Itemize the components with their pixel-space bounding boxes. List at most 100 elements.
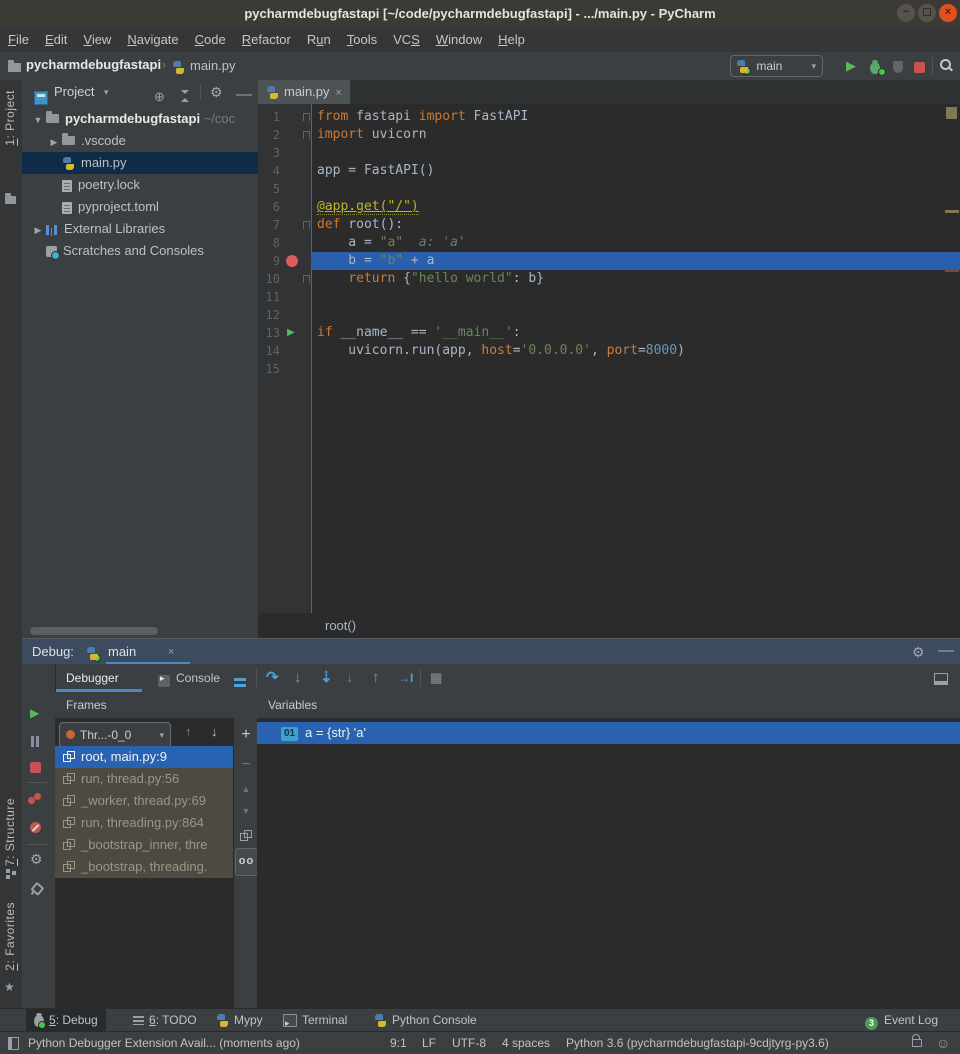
hide-panel-icon[interactable]: — [938, 642, 954, 660]
gear-icon[interactable]: ⚙ [912, 645, 925, 659]
toggle-tool-windows-icon[interactable] [8, 1037, 19, 1053]
menu-run[interactable]: Run [299, 27, 339, 52]
run-arrow-icon[interactable]: ▶ [287, 324, 295, 342]
view-breakpoints-icon[interactable] [28, 792, 42, 810]
caret-position[interactable]: 9:1 [390, 1032, 407, 1054]
inspection-indicator[interactable] [946, 107, 957, 119]
menu-view[interactable]: View [75, 27, 119, 52]
tree-item-pyproject-toml[interactable]: pyproject.toml [22, 196, 258, 218]
code-line-1[interactable]: 1from fastapi import FastAPI [258, 108, 960, 126]
python-interpreter[interactable]: Python 3.6 (pycharmdebugfastapi-9cdjtyrg… [566, 1032, 829, 1054]
horizontal-scrollbar[interactable] [30, 627, 158, 635]
coverage-button[interactable] [893, 60, 903, 78]
breadcrumb-root[interactable]: root() [325, 618, 356, 633]
project-view-select[interactable]: Project [54, 80, 94, 104]
breadcrumb-project[interactable]: pycharmdebugfastapi [26, 57, 161, 72]
debug-settings-gear-icon[interactable]: ⚙ [30, 852, 43, 866]
move-down-icon[interactable]: ▼ [234, 806, 258, 816]
stop-icon[interactable] [30, 760, 41, 778]
stop-button[interactable] [914, 60, 925, 78]
next-frame-icon[interactable]: ↓ [211, 724, 218, 739]
tree-expand-arrow[interactable]: ▶ [30, 219, 46, 240]
run-configuration-select[interactable]: main ▾ [730, 55, 823, 77]
frame-row[interactable]: run, thread.py:56 [55, 768, 233, 790]
toolwindow-tab-5-debug[interactable]: 5: Debug [26, 1009, 106, 1032]
warning-stripe-mark[interactable] [945, 210, 959, 213]
code-line-3[interactable]: 3 [258, 144, 960, 162]
code-area[interactable]: 1from fastapi import FastAPI2import uvic… [258, 104, 960, 614]
tab-main-py[interactable]: main.py× [258, 80, 350, 104]
minimize-window-icon[interactable]: − [897, 4, 915, 22]
toolwindow-tab-6-todo[interactable]: 6: TODO [125, 1009, 205, 1032]
code-line-8[interactable]: 8 a = "a" a: 'a' [258, 234, 960, 252]
remove-watch-icon[interactable]: − [234, 756, 258, 774]
code-line-4[interactable]: 4app = FastAPI() [258, 162, 960, 180]
frame-row[interactable]: _bootstrap, threading. [55, 856, 233, 878]
fold-marker-icon[interactable] [303, 131, 310, 139]
show-watches-button[interactable]: oo [235, 848, 258, 876]
resume-icon[interactable]: ▶ [30, 706, 39, 720]
toolwindow-tab-mypy[interactable]: Mypy [208, 1009, 271, 1032]
pin-icon[interactable] [30, 882, 42, 900]
step-over-icon[interactable]: ↷ [266, 668, 279, 688]
run-button[interactable]: ▶ [846, 58, 856, 74]
add-watch-icon[interactable]: + [234, 726, 258, 744]
code-line-7[interactable]: 7def root(): [258, 216, 960, 234]
tree-item-scratches-and-consoles[interactable]: Scratches and Consoles [22, 240, 258, 262]
fold-marker-icon[interactable] [303, 275, 310, 283]
code-line-14[interactable]: 14 uvicorn.run(app, host='0.0.0.0', port… [258, 342, 960, 360]
code-line-6[interactable]: 6@app.get("/") [258, 198, 960, 216]
layout-settings-icon[interactable] [934, 672, 948, 690]
step-out-icon[interactable]: ↑ [372, 668, 380, 688]
close-window-icon[interactable]: × [939, 4, 957, 22]
toolwindow-tab-terminal[interactable]: Terminal [275, 1009, 355, 1032]
breakpoint-stripe-mark[interactable] [945, 269, 959, 272]
toolwindow-tab-python-console[interactable]: Python Console [366, 1009, 485, 1032]
menu-window[interactable]: Window [428, 27, 490, 52]
menu-vcs[interactable]: VCS [385, 27, 428, 52]
menu-edit[interactable]: Edit [37, 27, 75, 52]
search-everywhere-button[interactable] [940, 59, 953, 77]
previous-frame-icon[interactable]: ↑ [185, 724, 192, 739]
menu-file[interactable]: File [0, 27, 37, 52]
lock-icon[interactable] [912, 1032, 922, 1054]
menu-refactor[interactable]: Refactor [234, 27, 299, 52]
menu-code[interactable]: Code [187, 27, 234, 52]
frame-row[interactable]: _worker, thread.py:69 [55, 790, 233, 812]
highlighting-level-icon[interactable]: ☺ [936, 1032, 950, 1054]
code-line-12[interactable]: 12 [258, 306, 960, 324]
run-to-cursor-icon[interactable]: →I [398, 668, 413, 688]
file-encoding[interactable]: UTF-8 [452, 1032, 486, 1054]
tab-console[interactable]: Console [176, 664, 220, 692]
thread-select[interactable]: Thr...-0_0 ▾ [59, 722, 171, 748]
menu-help[interactable]: Help [490, 27, 533, 52]
close-tab-icon[interactable]: × [336, 87, 342, 99]
frame-row[interactable]: root, main.py:9 [55, 746, 233, 768]
stripe-project-button[interactable]: 1: Project [3, 90, 17, 146]
locate-file-icon[interactable]: ⊕ [154, 85, 165, 109]
tree-item--vscode[interactable]: ▶.vscode [22, 130, 258, 152]
frame-row[interactable]: run, threading.py:864 [55, 812, 233, 834]
menu-tools[interactable]: Tools [339, 27, 385, 52]
editor[interactable]: main.py× 1from fastapi import FastAPI2im… [258, 80, 960, 638]
mute-breakpoints-icon[interactable] [30, 820, 41, 838]
tab-debugger[interactable]: Debugger [66, 664, 119, 692]
code-line-10[interactable]: 10 return {"hello world": b} [258, 270, 960, 288]
fold-marker-icon[interactable] [303, 221, 310, 229]
stripe-structure-button[interactable]: 7: Structure [3, 798, 17, 866]
tree-expand-arrow[interactable]: ▼ [30, 109, 46, 130]
code-line-15[interactable]: 15 [258, 360, 960, 378]
step-into-my-code-icon[interactable]: ⇣ [320, 668, 333, 688]
menu-navigate[interactable]: Navigate [119, 27, 186, 52]
fold-marker-icon[interactable] [303, 113, 310, 121]
breadcrumb-file[interactable]: main.py [190, 58, 236, 73]
hide-panel-icon[interactable]: — [236, 83, 252, 107]
breakpoint-icon[interactable] [286, 255, 298, 267]
code-line-5[interactable]: 5 [258, 180, 960, 198]
gear-icon[interactable]: ⚙ [210, 85, 223, 99]
code-line-13[interactable]: 13▶if __name__ == '__main__': [258, 324, 960, 342]
frame-row[interactable]: _bootstrap_inner, thre [55, 834, 233, 856]
force-step-into-icon[interactable]: ↓ [346, 668, 354, 688]
chevron-down-icon[interactable]: ▾ [104, 80, 109, 104]
evaluate-expression-icon[interactable]: ▦ [430, 668, 442, 688]
